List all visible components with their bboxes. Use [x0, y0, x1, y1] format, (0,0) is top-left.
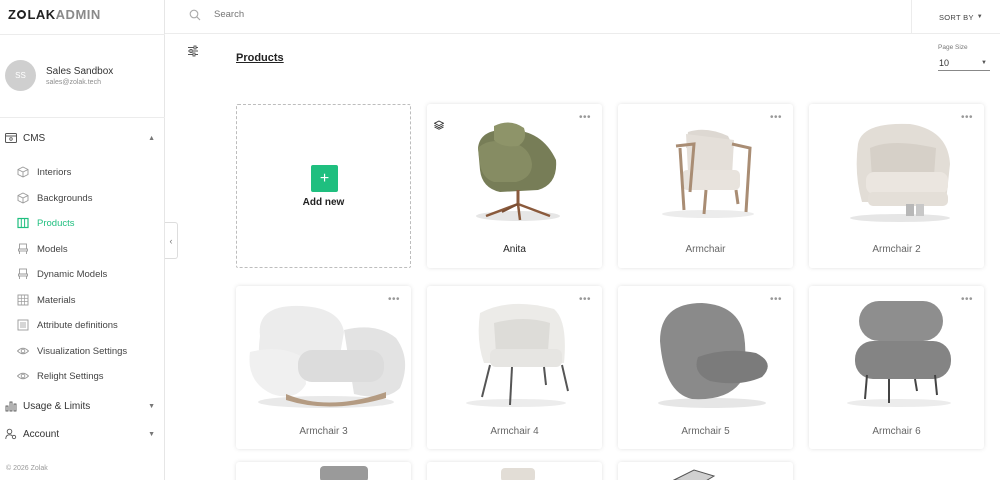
product-card[interactable]: ••• Armchair 4 [427, 286, 602, 449]
nav-group-cms[interactable]: CMS ▲ [5, 130, 155, 146]
eye-icon [17, 345, 29, 357]
caret-down-icon: ▼ [976, 14, 984, 20]
copyright: © 2026 Zolak [6, 465, 48, 472]
products-icon [17, 217, 29, 229]
page-title: Products [236, 52, 284, 64]
product-name: Anita [503, 244, 526, 255]
eye-settings-icon [17, 370, 29, 382]
account-settings-icon [5, 428, 17, 440]
filter-settings-icon[interactable] [187, 44, 199, 57]
product-image [618, 286, 793, 416]
chair-dynamic-icon [17, 268, 29, 280]
user-name: Sales Sandbox [46, 65, 114, 77]
search-input[interactable] [214, 9, 514, 20]
sidebar-item-interiors[interactable]: Interiors [17, 165, 157, 179]
product-name: Armchair 3 [299, 426, 348, 437]
sidebar-item-visualization-settings[interactable]: Visualization Settings [17, 344, 157, 358]
topbar: SORT BY▼ [165, 0, 1000, 34]
product-name: Armchair 5 [681, 426, 730, 437]
product-card[interactable]: ••• Armchair 2 [809, 104, 984, 268]
sort-by-button[interactable]: SORT BY ▼ [911, 0, 1000, 34]
search-icon [189, 9, 201, 21]
add-new-card[interactable]: + Add new [236, 104, 411, 268]
sidebar-item-materials[interactable]: Materials [17, 293, 157, 307]
product-card[interactable] [427, 462, 602, 480]
page-size-label: Page Size [938, 44, 968, 51]
collapse-sidebar-button[interactable]: ‹ [165, 222, 178, 259]
zolak-logo[interactable]: Z LAK ADMIN [8, 6, 101, 22]
product-name: Armchair 4 [490, 426, 539, 437]
product-image [427, 286, 602, 416]
cube-outline-icon [17, 192, 29, 204]
bar-chart-icon [5, 400, 17, 412]
chair-icon [17, 243, 29, 255]
product-card[interactable]: ••• Armchair 5 [618, 286, 793, 449]
chevron-down-icon: ▼ [148, 430, 155, 438]
sidebar-item-dynamic-models[interactable]: Dynamic Models [17, 267, 157, 281]
product-image [672, 469, 716, 480]
product-image [320, 466, 368, 480]
page-size-value: 10 [939, 57, 950, 68]
product-image [501, 468, 535, 480]
chevron-down-icon: ▼ [148, 402, 155, 410]
product-name: Armchair [685, 244, 726, 255]
product-image [809, 104, 984, 234]
grid-icon [17, 294, 29, 306]
chevron-left-icon: ‹ [169, 235, 173, 246]
product-image [427, 104, 602, 234]
search-bar [189, 9, 514, 21]
product-name: Armchair 6 [872, 426, 921, 437]
product-image [236, 286, 411, 416]
sidebar: Z LAK ADMIN SS Sales Sandbox sales@zolak.… [0, 0, 165, 480]
sidebar-item-products[interactable]: Products [17, 216, 157, 230]
product-card[interactable] [618, 462, 793, 480]
product-image [618, 104, 793, 234]
divider [0, 34, 165, 35]
logo-o-mark [17, 9, 27, 19]
product-card[interactable]: ••• Armchair [618, 104, 793, 268]
nav-group-usage-limits[interactable]: Usage & Limits ▼ [5, 398, 155, 414]
sidebar-item-relight-settings[interactable]: Relight Settings [17, 369, 157, 383]
sidebar-item-backgrounds[interactable]: Backgrounds [17, 191, 157, 205]
product-name: Armchair 2 [872, 244, 921, 255]
sidebar-item-attribute-definitions[interactable]: Attribute definitions [17, 318, 157, 332]
caret-down-icon: ▼ [981, 59, 987, 66]
page-size-select[interactable]: Page Size 10 ▼ [938, 44, 990, 71]
divider [0, 117, 165, 118]
nav-group-account[interactable]: Account ▼ [5, 426, 155, 442]
sidebar-item-models[interactable]: Models [17, 242, 157, 256]
product-card[interactable]: ••• Anita [427, 104, 602, 268]
product-card[interactable]: ••• Armchair 3 [236, 286, 411, 449]
plus-icon: + [311, 165, 338, 192]
cube-icon [17, 166, 29, 178]
product-image [809, 286, 984, 416]
user-email: sales@zolak.tech [46, 78, 101, 86]
cms-icon [5, 132, 17, 144]
avatar: SS [5, 60, 36, 91]
user-profile[interactable]: SS Sales Sandbox sales@zolak.tech [5, 60, 113, 91]
chevron-up-icon: ▲ [148, 134, 155, 142]
product-card[interactable] [236, 462, 411, 480]
add-new-label: Add new [302, 197, 345, 208]
list-icon [17, 319, 29, 331]
product-card[interactable]: ••• Armchair 6 [809, 286, 984, 449]
